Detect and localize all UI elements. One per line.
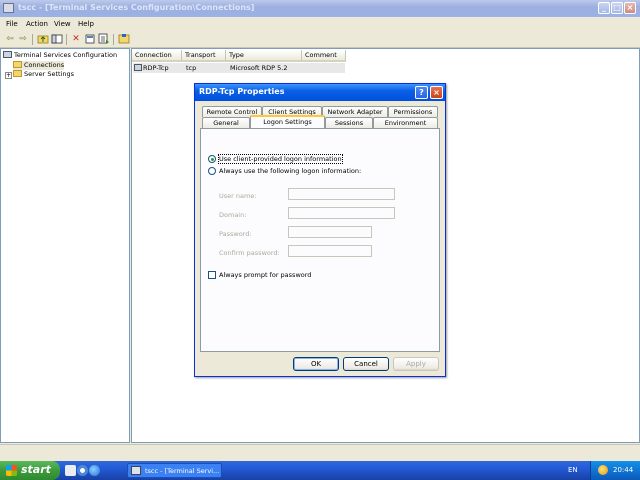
domain-field[interactable] bbox=[288, 207, 395, 219]
console-tree[interactable]: Terminal Services Configuration Connecti… bbox=[0, 48, 130, 443]
minimize-button[interactable]: _ bbox=[598, 2, 610, 14]
export-list-icon[interactable] bbox=[98, 33, 110, 45]
menu-view[interactable]: View bbox=[54, 20, 71, 28]
column-header-comment[interactable]: Comment bbox=[302, 50, 346, 62]
status-bar bbox=[0, 444, 640, 461]
language-indicator[interactable]: EN bbox=[568, 466, 578, 474]
row-type-cell: Microsoft RDP 5.2 bbox=[230, 64, 288, 72]
internet-explorer-icon[interactable] bbox=[89, 465, 100, 476]
apply-button[interactable]: Apply bbox=[393, 357, 439, 371]
ok-button[interactable]: OK bbox=[293, 357, 339, 371]
user-name-label: User name: bbox=[219, 192, 257, 200]
password-label: Password: bbox=[219, 230, 252, 238]
dialog-title-bar[interactable]: RDP-Tcp Properties ? × bbox=[195, 84, 445, 101]
toolbar-separator bbox=[66, 34, 67, 45]
radio-always-use[interactable] bbox=[208, 167, 216, 175]
system-tray: 20:44 bbox=[590, 461, 640, 480]
dialog-title: RDP-Tcp Properties bbox=[199, 87, 285, 96]
cancel-button[interactable]: Cancel bbox=[343, 357, 389, 371]
properties-dialog: RDP-Tcp Properties ? × Remote Control Cl… bbox=[194, 83, 446, 377]
show-desktop-icon[interactable] bbox=[65, 465, 76, 476]
dialog-help-button[interactable]: ? bbox=[415, 86, 428, 99]
menu-bar: File Action View Help bbox=[0, 18, 640, 30]
toolbar-separator bbox=[113, 34, 114, 45]
delete-icon[interactable]: ✕ bbox=[70, 33, 82, 45]
tree-root[interactable]: Terminal Services Configuration bbox=[3, 51, 117, 60]
dialog-close-button[interactable]: × bbox=[430, 86, 443, 99]
close-button[interactable]: × bbox=[624, 2, 636, 14]
column-header-transport[interactable]: Transport bbox=[182, 50, 226, 62]
folder-icon bbox=[13, 70, 22, 77]
forward-arrow-icon[interactable]: ⇨ bbox=[17, 33, 29, 45]
radio-client-provided-label[interactable]: Use client-provided logon information bbox=[218, 154, 343, 164]
help-icon[interactable] bbox=[118, 33, 130, 45]
menu-file[interactable]: File bbox=[6, 20, 18, 28]
tab-environment[interactable]: Environment bbox=[373, 117, 438, 128]
back-arrow-icon[interactable]: ⇦ bbox=[4, 33, 16, 45]
row-transport-cell: tcp bbox=[186, 64, 197, 72]
user-name-field[interactable] bbox=[288, 188, 395, 200]
toolbar: ⇦ ⇨ ✕ bbox=[0, 31, 640, 48]
show-hide-tree-icon[interactable] bbox=[51, 33, 63, 45]
logon-settings-panel: Use client-provided logon information Al… bbox=[200, 128, 440, 352]
taskbar-button-tscc[interactable]: tscc - [Terminal Servi... bbox=[127, 463, 222, 478]
expand-server-settings[interactable]: + bbox=[5, 72, 12, 79]
up-folder-icon[interactable] bbox=[37, 33, 49, 45]
domain-label: Domain: bbox=[219, 211, 247, 219]
maximize-button[interactable]: □ bbox=[611, 2, 623, 14]
toolbar-separator bbox=[32, 34, 33, 45]
start-button[interactable]: start bbox=[0, 461, 60, 480]
tree-item-server-settings[interactable]: Server Settings bbox=[13, 70, 74, 79]
properties-icon[interactable] bbox=[84, 33, 96, 45]
media-player-icon[interactable] bbox=[77, 465, 88, 476]
tree-item-connections[interactable]: Connections bbox=[13, 61, 65, 70]
confirm-password-field[interactable] bbox=[288, 245, 372, 257]
computer-icon bbox=[3, 51, 12, 58]
tab-permissions[interactable]: Permissions bbox=[388, 106, 438, 117]
folder-icon bbox=[13, 61, 22, 68]
title-bar[interactable]: tscc - [Terminal Services Configuration\… bbox=[0, 0, 640, 17]
taskbar: start tscc - [Terminal Servi... EN 20:44 bbox=[0, 461, 640, 480]
connection-icon bbox=[134, 64, 142, 71]
app-icon bbox=[131, 466, 141, 475]
tab-logon-settings[interactable]: Logon Settings bbox=[250, 115, 325, 128]
windows-logo-icon bbox=[6, 465, 17, 476]
tab-sessions[interactable]: Sessions bbox=[325, 117, 373, 128]
always-prompt-label[interactable]: Always prompt for password bbox=[219, 271, 311, 279]
radio-client-provided[interactable] bbox=[208, 155, 216, 163]
radio-always-use-label[interactable]: Always use the following logon informati… bbox=[219, 167, 361, 175]
column-header-type[interactable]: Type bbox=[226, 50, 302, 62]
always-prompt-checkbox[interactable] bbox=[208, 271, 216, 279]
network-icon[interactable] bbox=[598, 465, 608, 475]
menu-action[interactable]: Action bbox=[26, 20, 48, 28]
menu-help[interactable]: Help bbox=[78, 20, 94, 28]
clock[interactable]: 20:44 bbox=[613, 466, 633, 474]
tab-general[interactable]: General bbox=[202, 117, 250, 128]
tab-network-adapter[interactable]: Network Adapter bbox=[322, 106, 388, 117]
column-header-connection[interactable]: Connection bbox=[132, 50, 182, 62]
password-field[interactable] bbox=[288, 226, 372, 238]
window-title: tscc - [Terminal Services Configuration\… bbox=[18, 3, 255, 12]
confirm-password-label: Confirm password: bbox=[219, 249, 280, 257]
app-icon[interactable] bbox=[3, 3, 14, 13]
row-connection-cell: RDP-Tcp bbox=[134, 64, 169, 72]
